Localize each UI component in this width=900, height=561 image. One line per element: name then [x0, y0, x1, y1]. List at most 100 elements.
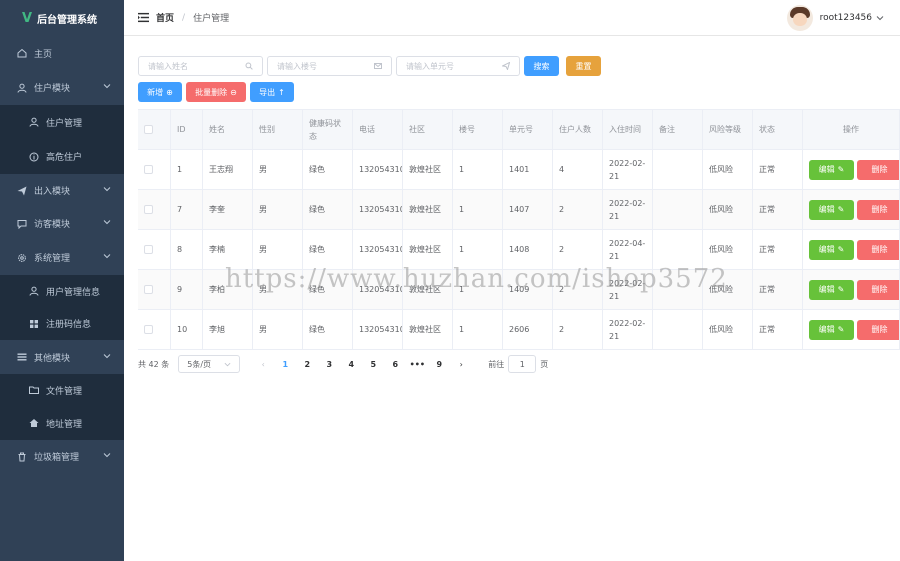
prev-page-button[interactable]: ‹	[252, 360, 274, 369]
search-button[interactable]: 搜索	[524, 56, 559, 76]
sidebar-item[interactable]: 访客模块	[0, 207, 124, 240]
cell-status: 正常	[753, 230, 803, 269]
more-pages-icon[interactable]: •••	[406, 360, 428, 369]
page-number[interactable]: 4	[340, 360, 362, 369]
page-size-select[interactable]: 5条/页	[178, 355, 241, 373]
column-header: 社区	[403, 110, 453, 149]
table-toolbar: 新增 ⊕ 批量删除 ⊖ 导出 ↑	[138, 82, 298, 102]
cell-phone: 13205431007	[353, 270, 403, 309]
delete-button[interactable]: 删除	[857, 279, 899, 300]
select-all-checkbox[interactable]	[144, 125, 153, 134]
row-checkbox[interactable]	[144, 285, 153, 294]
row-checkbox[interactable]	[144, 245, 153, 254]
row-checkbox[interactable]	[144, 165, 153, 174]
cell-gender: 男	[253, 270, 303, 309]
delete-button[interactable]: 删除	[857, 239, 899, 260]
cell-note	[653, 230, 703, 269]
vue-logo-icon: V	[22, 10, 33, 26]
table-row: 1王志翔男绿色13205431010敦煌社区1140142022-02-21低风…	[138, 150, 900, 190]
cell-gender: 男	[253, 230, 303, 269]
page-number[interactable]: 2	[296, 360, 318, 369]
page-number[interactable]: 1	[274, 360, 296, 369]
reset-button[interactable]: 重置	[566, 56, 601, 76]
edit-button[interactable]: 编辑 ✎	[809, 279, 854, 300]
cell-gender: 男	[253, 150, 303, 189]
sidebar-item[interactable]: 高危住户	[0, 139, 124, 174]
breadcrumb-home[interactable]: 首页	[156, 11, 174, 24]
page-number[interactable]: 6	[384, 360, 406, 369]
cell-name: 李奎	[203, 190, 253, 229]
add-button[interactable]: 新增 ⊕	[138, 82, 182, 102]
sidebar-item[interactable]: 住户管理	[0, 105, 124, 139]
page-number[interactable]: 3	[318, 360, 340, 369]
cell-risk: 低风险	[703, 310, 753, 349]
delete-button[interactable]: 删除	[857, 159, 899, 180]
sidebar-item[interactable]: 注册码信息	[0, 307, 124, 340]
sidebar-item[interactable]: 其他模块	[0, 340, 124, 374]
edit-button[interactable]: 编辑 ✎	[809, 319, 854, 340]
page-number[interactable]: 5	[362, 360, 384, 369]
goto-page: 前往 1 页	[488, 355, 548, 373]
home-icon	[15, 48, 29, 58]
cell-count: 2	[553, 270, 603, 309]
breadcrumb-separator: /	[182, 12, 186, 23]
cell-gender: 男	[253, 310, 303, 349]
cell-gender: 男	[253, 190, 303, 229]
delete-button[interactable]: 删除	[857, 319, 899, 340]
sidebar-item-label: 注册码信息	[46, 320, 92, 330]
export-button[interactable]: 导出 ↑	[250, 82, 294, 102]
cell-id: 1	[171, 150, 203, 189]
sidebar-item[interactable]: 垃圾箱管理	[0, 440, 124, 473]
page-number[interactable]: 9	[428, 360, 450, 369]
sidebar-item[interactable]: 出入模块	[0, 174, 124, 207]
cell-name: 李楠	[203, 230, 253, 269]
column-header: 住户人数	[553, 110, 603, 149]
row-checkbox[interactable]	[144, 325, 153, 334]
column-header: 入住时间	[603, 110, 653, 149]
send-icon	[502, 62, 510, 70]
column-header: 风险等级	[703, 110, 753, 149]
edit-button[interactable]: 编辑 ✎	[809, 199, 854, 220]
column-header: 单元号	[503, 110, 553, 149]
plus-circle-icon: ⊕	[166, 87, 173, 97]
sidebar-item[interactable]: 用户管理信息	[0, 275, 124, 307]
table-row: 9李柏男绿色13205431007敦煌社区1140922022-02-21 低风险…	[138, 270, 900, 310]
column-header: 状态	[753, 110, 803, 149]
name-search-input[interactable]: 请输入姓名	[138, 56, 263, 76]
row-checkbox[interactable]	[144, 205, 153, 214]
cell-id: 7	[171, 190, 203, 229]
cell-health: 绿色	[303, 190, 353, 229]
next-page-button[interactable]: ›	[450, 360, 472, 369]
cell-unit: 1409	[503, 270, 553, 309]
goto-page-input[interactable]: 1	[508, 355, 537, 373]
search-icon	[245, 62, 253, 70]
sidebar-item[interactable]: 系统管理	[0, 240, 124, 275]
sidebar-item[interactable]: 文件管理	[0, 374, 124, 406]
cell-phone: 13205431005	[353, 190, 403, 229]
cell-community: 敦煌社区	[403, 270, 453, 309]
user-icon	[27, 117, 41, 127]
delete-button[interactable]: 删除	[857, 199, 899, 220]
edit-button[interactable]: 编辑 ✎	[809, 239, 854, 260]
main-content: 请输入姓名 请输入楼号 请输入单元号 搜索 重置 新增 ⊕ 批量删除 ⊖ 导出 ↑ I…	[124, 37, 900, 561]
avatar[interactable]	[786, 5, 813, 31]
edit-icon: ✎	[837, 325, 845, 334]
sidebar-item[interactable]: 住户模块	[0, 70, 124, 105]
unit-search-input[interactable]: 请输入单元号	[396, 56, 520, 76]
cell-status: 正常	[753, 310, 803, 349]
edit-icon: ✎	[837, 285, 845, 294]
sidebar-item[interactable]: 主页	[0, 36, 124, 70]
sidebar-item[interactable]: 地址管理	[0, 406, 124, 440]
app-logo[interactable]: V 后台管理系统	[0, 0, 124, 36]
send-icon	[15, 186, 29, 196]
building-search-input[interactable]: 请输入楼号	[267, 56, 392, 76]
batch-delete-button[interactable]: 批量删除 ⊖	[186, 82, 246, 102]
column-header: ID	[171, 110, 203, 149]
user-dropdown[interactable]: root123456	[786, 5, 884, 31]
grid-icon	[27, 319, 41, 329]
cell-count: 2	[553, 230, 603, 269]
hamburger-icon[interactable]	[138, 12, 149, 23]
sidebar-item-label: 访客模块	[34, 220, 71, 230]
edit-button[interactable]: 编辑 ✎	[809, 159, 854, 180]
cell-unit: 1408	[503, 230, 553, 269]
